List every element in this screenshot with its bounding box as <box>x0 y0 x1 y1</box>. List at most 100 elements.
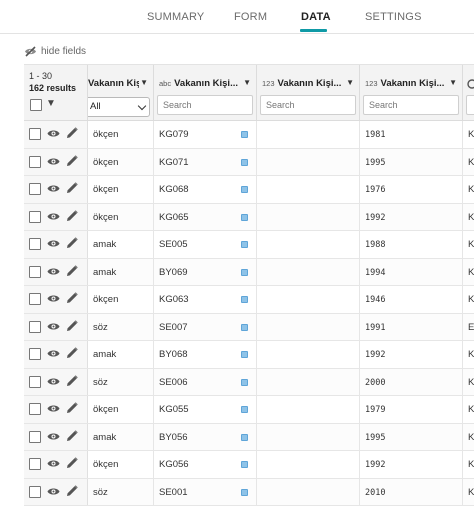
link-icon[interactable] <box>241 131 248 138</box>
pencil-icon[interactable] <box>66 374 78 387</box>
eye-icon[interactable] <box>47 377 60 386</box>
pencil-icon[interactable] <box>66 319 78 332</box>
eye-icon[interactable] <box>47 212 60 221</box>
link-icon[interactable] <box>241 323 248 331</box>
row-checkbox[interactable] <box>29 403 41 415</box>
link-icon[interactable] <box>241 351 248 358</box>
cell-col-4: 1992 <box>360 341 463 368</box>
link-icon[interactable] <box>241 461 248 468</box>
eye-icon[interactable] <box>47 322 60 331</box>
select-all-checkbox[interactable] <box>30 99 42 111</box>
eye-icon[interactable] <box>47 239 60 248</box>
pencil-icon[interactable] <box>66 209 78 222</box>
cell-col-5: K <box>463 479 474 506</box>
row-checkbox[interactable] <box>29 238 41 250</box>
pencil-icon[interactable] <box>66 402 78 414</box>
pencil-icon[interactable] <box>66 347 78 359</box>
column-menu-caret-icon[interactable]: ▼ <box>449 78 457 87</box>
link-icon[interactable] <box>241 213 248 221</box>
table-row: söz SE001 2010 K <box>24 478 474 506</box>
column-search-input[interactable] <box>363 95 459 115</box>
column-filter-select[interactable]: All <box>88 97 150 117</box>
eye-icon[interactable] <box>47 184 60 193</box>
cell-col-1: ökçen <box>88 148 154 175</box>
pencil-icon[interactable] <box>66 457 78 469</box>
cell-col-5: K <box>463 424 474 451</box>
column-search-input[interactable] <box>466 95 474 115</box>
column-header-2: abc Vakanın Kişi... ▼ <box>154 65 257 121</box>
link-icon[interactable] <box>241 241 248 248</box>
row-checkbox[interactable] <box>29 128 41 140</box>
eye-icon[interactable] <box>47 459 60 468</box>
table-row: ökçen KG063 1946 K <box>24 286 474 314</box>
pencil-icon[interactable] <box>66 264 78 277</box>
tab-settings[interactable]: SETTINGS <box>365 11 422 23</box>
eye-icon[interactable] <box>47 294 60 303</box>
eye-icon[interactable] <box>47 404 60 413</box>
pencil-icon[interactable] <box>66 127 78 139</box>
column-menu-caret-icon[interactable]: ▼ <box>140 78 148 87</box>
column-title[interactable]: abc Vakanın Kişi... <box>159 78 242 89</box>
column-title[interactable]: 123 Vakanın Kişi... <box>262 78 345 89</box>
tab-summary[interactable]: SUMMARY <box>147 11 204 23</box>
row-checkbox[interactable] <box>29 458 41 470</box>
link-icon[interactable] <box>241 378 248 386</box>
row-checkbox[interactable] <box>29 265 41 278</box>
row-checkbox[interactable] <box>29 183 41 195</box>
row-actions <box>24 396 88 423</box>
cell-col-1: ökçen <box>88 396 154 423</box>
hide-fields-button[interactable]: hide fields <box>24 44 86 58</box>
cell-col-1: amak <box>88 423 154 450</box>
row-checkbox[interactable] <box>29 210 41 223</box>
link-icon[interactable] <box>241 406 248 413</box>
pencil-icon[interactable] <box>66 429 78 442</box>
row-checkbox[interactable] <box>29 320 41 333</box>
link-icon[interactable] <box>241 186 248 193</box>
link-icon[interactable] <box>241 433 248 441</box>
table-header-controls: 1 - 30 162 results ▼ <box>24 65 88 121</box>
pencil-icon[interactable] <box>66 154 78 167</box>
cell-col-2: BY056 <box>154 423 257 450</box>
row-checkbox[interactable] <box>29 430 41 443</box>
eye-icon[interactable] <box>47 157 60 166</box>
cell-col-3 <box>257 286 360 313</box>
eye-icon[interactable] <box>47 487 60 496</box>
row-checkbox[interactable] <box>29 485 41 498</box>
column-header-5 <box>463 65 474 121</box>
pencil-icon[interactable] <box>66 484 78 497</box>
cell-col-4: 1976 <box>360 176 463 203</box>
pencil-icon[interactable] <box>66 292 78 304</box>
row-checkbox[interactable] <box>29 348 41 360</box>
column-menu-caret-icon[interactable]: ▼ <box>243 78 251 87</box>
link-icon[interactable] <box>241 158 248 166</box>
cell-col-2: BY068 <box>154 341 257 368</box>
tab-data[interactable]: DATA <box>301 11 331 23</box>
eye-icon[interactable] <box>47 129 60 138</box>
link-icon[interactable] <box>241 296 248 303</box>
column-menu-caret-icon[interactable]: ▼ <box>346 78 354 87</box>
column-search-input[interactable] <box>260 95 356 115</box>
pencil-icon[interactable] <box>66 237 78 249</box>
cell-col-2: SE001 <box>154 478 257 505</box>
column-title[interactable]: 123 Vakanın Kişi... <box>365 78 448 89</box>
tab-form[interactable]: FORM <box>234 11 267 23</box>
row-checkbox[interactable] <box>29 155 41 168</box>
eye-icon[interactable] <box>47 432 60 441</box>
cell-col-4: 1946 <box>360 286 463 313</box>
row-checkbox[interactable] <box>29 293 41 305</box>
row-checkbox[interactable] <box>29 375 41 388</box>
row-actions <box>24 423 88 450</box>
eye-icon[interactable] <box>47 267 60 276</box>
eye-icon[interactable] <box>47 349 60 358</box>
chevron-down-icon <box>137 101 147 111</box>
column-search-input[interactable] <box>157 95 253 115</box>
cell-col-2: KG055 <box>154 396 257 423</box>
link-icon[interactable] <box>241 488 248 496</box>
pencil-icon[interactable] <box>66 182 78 194</box>
column-title[interactable]: Vakanın Kişi... <box>88 78 139 89</box>
cell-col-1: amak <box>88 258 154 285</box>
table-row: söz SE006 2000 K <box>24 368 474 396</box>
link-icon[interactable] <box>241 268 248 276</box>
bulk-actions-caret-icon[interactable]: ▼ <box>46 98 56 109</box>
row-actions <box>24 148 88 175</box>
